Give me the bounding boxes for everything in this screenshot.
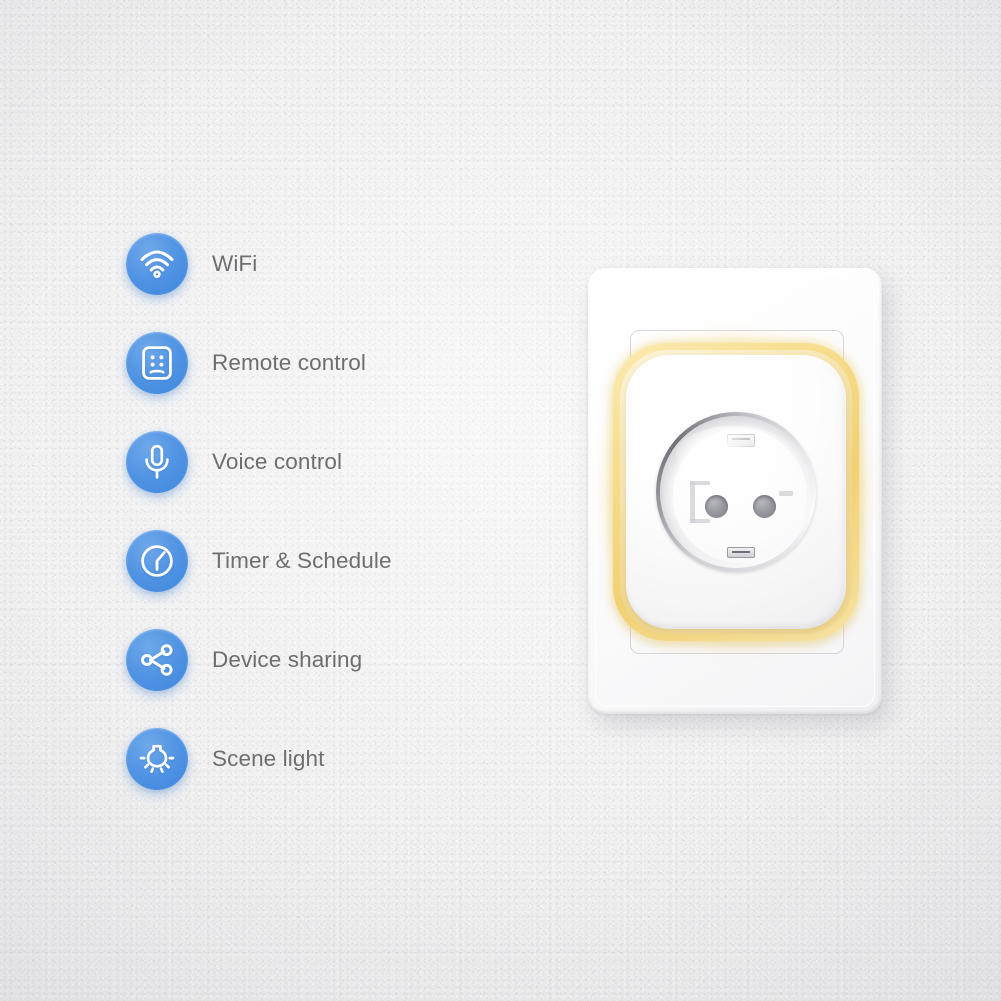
feature-label: Timer & Schedule (212, 548, 392, 573)
remote-control-icon (126, 332, 188, 394)
ground-clip-slot (732, 551, 750, 553)
earth-contact-rail (690, 481, 695, 523)
icon-wrapper (117, 327, 197, 407)
feature-item-scene-light[interactable]: Scene light (117, 723, 546, 827)
feature-item-device-sharing[interactable]: Device sharing (117, 624, 546, 728)
feature-label: Remote control (212, 350, 366, 375)
feature-item-voice-control[interactable]: Voice control (117, 426, 546, 530)
light-bulb-icon (126, 728, 188, 790)
feature-item-timer-schedule[interactable]: Timer & Schedule (117, 525, 546, 629)
feature-label: Device sharing (212, 647, 363, 672)
feature-label: Voice control (212, 449, 343, 474)
schuko-socket[interactable] (656, 412, 816, 572)
icon-wrapper (117, 624, 197, 704)
wifi-icon (126, 233, 188, 295)
pin-hole-right (753, 495, 776, 518)
infographic-canvas: WiFi Remote control Voice control Timer … (0, 0, 1001, 1001)
socket-face (673, 429, 807, 563)
feature-label: WiFi (212, 251, 258, 276)
ground-clip-bottom (727, 547, 755, 558)
clock-icon (126, 530, 188, 592)
icon-wrapper (117, 525, 197, 605)
pin-hole-left (705, 495, 728, 518)
plug-body (626, 355, 846, 629)
ground-clip-slot (732, 438, 750, 440)
share-nodes-icon (126, 629, 188, 691)
feature-list: WiFi Remote control Voice control Timer … (117, 228, 546, 827)
earth-contact-rail-right (779, 491, 793, 496)
smart-plug-module[interactable] (597, 327, 875, 657)
smart-wall-socket (588, 268, 890, 726)
feature-item-wifi[interactable]: WiFi (117, 228, 546, 332)
icon-wrapper (117, 228, 197, 308)
socket-well (660, 416, 812, 568)
wall-plate (588, 268, 882, 714)
earth-contact-tab-top (690, 481, 710, 485)
microphone-icon (126, 431, 188, 493)
ground-clip-top (727, 434, 755, 447)
icon-wrapper (117, 723, 197, 803)
icon-wrapper (117, 426, 197, 506)
feature-label: Scene light (212, 746, 325, 771)
earth-contact-tab-bottom (690, 519, 710, 523)
feature-item-remote-control[interactable]: Remote control (117, 327, 546, 431)
